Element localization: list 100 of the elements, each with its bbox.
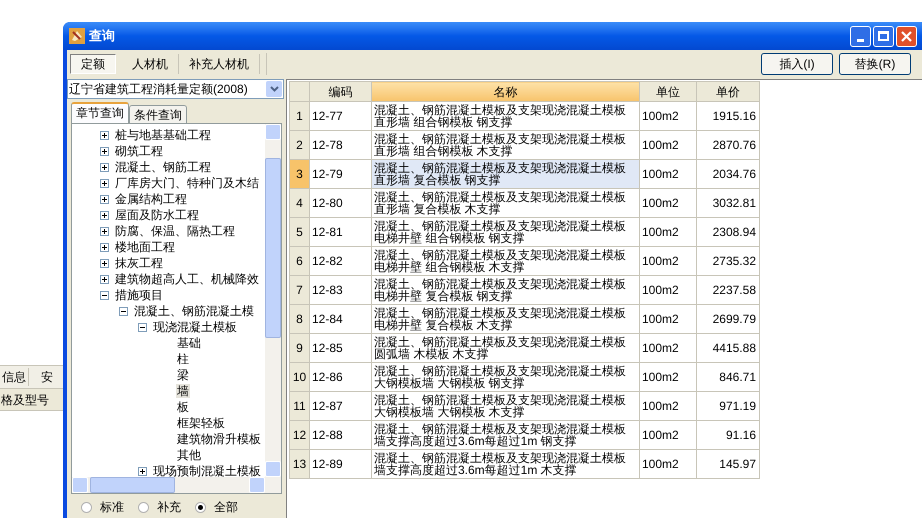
table-cell: 12-86 <box>310 362 372 392</box>
tree-item[interactable]: 抹灰工程 <box>114 256 164 270</box>
expand-icon[interactable] <box>100 194 109 204</box>
tree-item[interactable]: 现场预制混凝土模板 <box>152 464 262 477</box>
tree-item[interactable]: 防腐、保温、隔热工程 <box>114 224 236 238</box>
expand-icon[interactable] <box>100 146 109 156</box>
column-header[interactable]: 单位 <box>640 82 696 102</box>
table-cell: 100m2 <box>640 130 696 160</box>
query-tab[interactable]: 章节查询 <box>71 102 129 123</box>
tree-item[interactable]: 墙 <box>176 384 190 398</box>
row-number[interactable]: 4 <box>290 188 310 218</box>
tree-item[interactable]: 措施项目 <box>114 288 164 302</box>
row-number[interactable]: 5 <box>290 218 310 246</box>
tree-item[interactable]: 混凝土、钢筋工程 <box>114 160 212 174</box>
tree-item[interactable]: 厂库房大门、特种门及木结 <box>114 176 260 190</box>
tree-item[interactable]: 混凝土、钢筋混凝土模 <box>133 304 255 318</box>
expand-icon[interactable] <box>100 274 109 284</box>
table-cell: 12-81 <box>310 218 372 246</box>
row-number[interactable]: 8 <box>290 304 310 334</box>
tab[interactable]: 人材机 <box>122 54 179 74</box>
table-cell: 混凝土、钢筋混凝土模板及支架现浇混凝土模板 电梯井壁 组合钢模板 木支撑 <box>372 246 640 276</box>
expand-icon[interactable] <box>100 258 109 268</box>
row-number[interactable]: 7 <box>290 276 310 304</box>
tree-item[interactable]: 砌筑工程 <box>114 144 164 158</box>
table-cell: 2237.58 <box>696 276 760 304</box>
tab[interactable]: 补充人材机 <box>179 54 260 74</box>
column-header[interactable]: 单价 <box>696 82 760 102</box>
table-cell: 971.19 <box>696 392 760 420</box>
tree-item[interactable]: 金属结构工程 <box>114 192 188 206</box>
row-number[interactable]: 3 <box>290 160 310 188</box>
expand-icon[interactable] <box>100 242 109 252</box>
background-tab[interactable]: 安 <box>29 368 53 386</box>
close-icon <box>901 30 912 42</box>
table-cell: 12-88 <box>310 420 372 450</box>
table-cell: 100m2 <box>640 102 696 130</box>
column-header[interactable]: 编码 <box>310 82 372 102</box>
table-cell: 100m2 <box>640 276 696 304</box>
table-cell: 12-89 <box>310 450 372 478</box>
radio-button[interactable] <box>81 502 92 512</box>
expand-icon[interactable] <box>100 162 109 172</box>
replace-button[interactable]: 替换(R) <box>839 53 911 75</box>
window-title: 查询 <box>89 27 115 46</box>
table-cell: 846.71 <box>696 362 760 392</box>
table-cell: 100m2 <box>640 218 696 246</box>
table-cell: 12-82 <box>310 246 372 276</box>
table-cell: 100m2 <box>640 160 696 188</box>
expand-icon[interactable] <box>100 178 109 188</box>
tree-item[interactable]: 桩与地基基础工程 <box>114 128 212 142</box>
tree-item[interactable]: 柱 <box>176 352 190 366</box>
table-cell: 混凝土、钢筋混凝土模板及支架现浇混凝土模板 直形墙 复合模板 钢支撑 <box>372 160 640 188</box>
collapse-icon[interactable] <box>100 290 109 300</box>
row-number[interactable]: 10 <box>290 362 310 392</box>
table-cell: 2699.79 <box>696 304 760 334</box>
table-cell: 100m2 <box>640 304 696 334</box>
row-number[interactable]: 11 <box>290 392 310 420</box>
expand-icon[interactable] <box>100 226 109 236</box>
tree-item[interactable]: 板 <box>176 400 190 414</box>
tree-item[interactable]: 楼地面工程 <box>114 240 176 254</box>
tree-item[interactable]: 梁 <box>176 368 190 382</box>
table-cell: 12-77 <box>310 102 372 130</box>
radio-button[interactable] <box>195 502 206 512</box>
tree-item[interactable]: 框架轻板 <box>176 416 226 430</box>
expand-icon[interactable] <box>100 210 109 220</box>
table-cell: 12-84 <box>310 304 372 334</box>
dropdown-caret-icon <box>266 81 282 97</box>
row-number[interactable]: 12 <box>290 420 310 450</box>
tree-item[interactable]: 建筑物滑升模板 <box>176 432 262 446</box>
vertical-scrollbar[interactable] <box>265 124 281 477</box>
expand-icon[interactable] <box>100 130 109 140</box>
tree-item[interactable]: 建筑物超高人工、机械降效 <box>114 272 260 286</box>
background-tab[interactable]: 信息 <box>0 368 29 386</box>
table-cell: 2735.32 <box>696 246 760 276</box>
close-button[interactable] <box>896 26 917 46</box>
expand-icon[interactable] <box>138 466 147 476</box>
tree-item[interactable]: 其他 <box>176 448 202 462</box>
maximize-button[interactable] <box>873 26 894 46</box>
row-number[interactable]: 9 <box>290 334 310 362</box>
radio-button[interactable] <box>138 502 149 512</box>
tree-item[interactable]: 屋面及防水工程 <box>114 208 200 222</box>
column-header[interactable]: 名称 <box>372 82 640 102</box>
minimize-button[interactable] <box>850 26 871 46</box>
collapse-icon[interactable] <box>138 322 147 332</box>
query-tab[interactable]: 条件查询 <box>129 105 187 123</box>
row-number[interactable]: 1 <box>290 102 310 130</box>
table-cell: 混凝土、钢筋混凝土模板及支架现浇混凝土模板 墙支撑高度超过3.6m每超过1m 钢支撑 <box>372 420 640 450</box>
row-number[interactable]: 2 <box>290 130 310 160</box>
tab[interactable]: 定额 <box>70 54 116 74</box>
row-number[interactable]: 13 <box>290 450 310 478</box>
table-cell: 100m2 <box>640 362 696 392</box>
table-cell: 100m2 <box>640 420 696 450</box>
table-cell: 混凝土、钢筋混凝土模板及支架现浇混凝土模板 直形墙 复合模板 木支撑 <box>372 188 640 218</box>
row-number[interactable]: 6 <box>290 246 310 276</box>
insert-button[interactable]: 插入(I) <box>761 53 833 75</box>
tree-item[interactable]: 基础 <box>176 336 202 350</box>
table-cell: 2870.76 <box>696 130 760 160</box>
table-cell: 混凝土、钢筋混凝土模板及支架现浇混凝土模板 电梯井壁 复合模板 钢支撑 <box>372 276 640 304</box>
collapse-icon[interactable] <box>119 306 128 316</box>
tree-item[interactable]: 现浇混凝土模板 <box>152 320 238 334</box>
horizontal-scrollbar[interactable] <box>72 477 281 493</box>
quota-select[interactable]: 辽宁省建筑工程消耗量定额(2008) <box>67 79 284 99</box>
